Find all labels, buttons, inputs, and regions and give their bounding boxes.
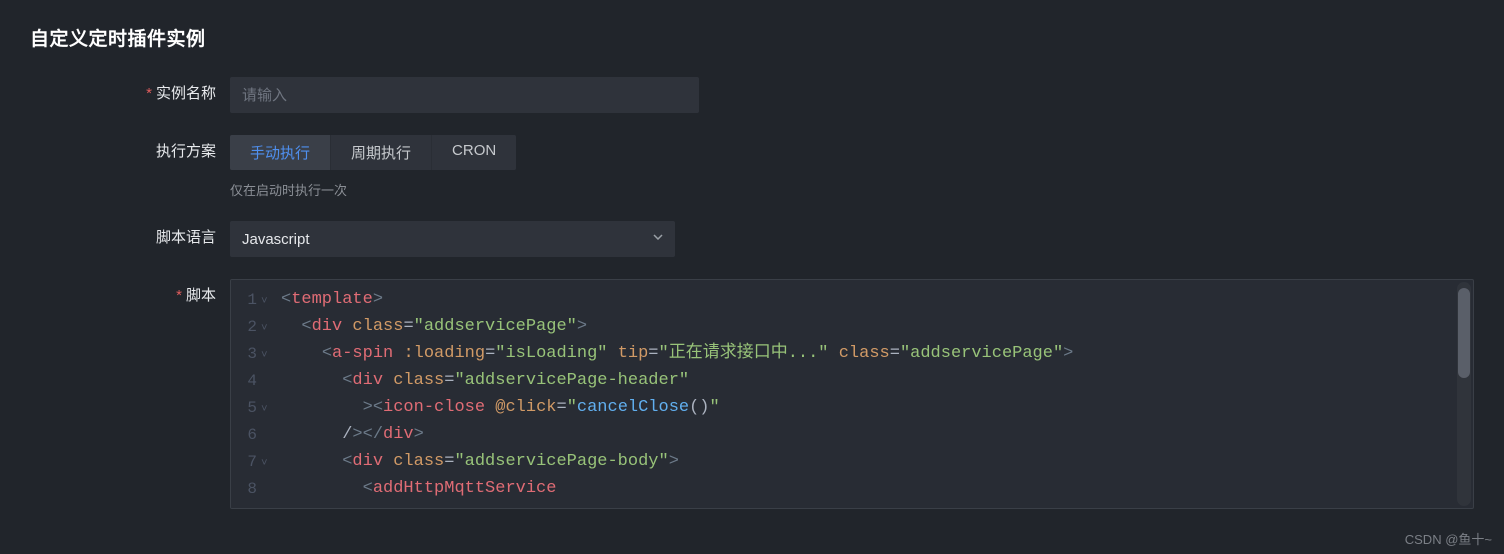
chevron-down-icon [653, 234, 663, 244]
label-script: *脚本 [30, 279, 230, 313]
code-line[interactable]: <div class="addservicePage"> [281, 313, 1465, 340]
gutter-line: 6 [239, 421, 273, 448]
schedule-option-periodic[interactable]: 周期执行 [331, 135, 431, 170]
code-line[interactable]: <addHttpMqttService [281, 475, 1465, 502]
schedule-segment: 手动执行 周期执行 CRON [230, 135, 516, 170]
fold-icon[interactable]: ˅ [261, 292, 273, 308]
code-line[interactable]: <div class="addservicePage-body"> [281, 448, 1465, 475]
gutter-line: 3˅ [239, 340, 273, 367]
gutter-line: 2˅ [239, 313, 273, 340]
language-select[interactable]: Javascript [230, 221, 675, 257]
label-instance-name: *实例名称 [30, 77, 230, 111]
label-language: 脚本语言 [30, 221, 230, 255]
gutter-line: 7˅ [239, 448, 273, 475]
code-line[interactable]: <div class="addservicePage-header" [281, 367, 1465, 394]
code-line[interactable]: <a-spin :loading="isLoading" tip="正在请求接口… [281, 340, 1465, 367]
schedule-option-cron[interactable]: CRON [432, 135, 516, 170]
schedule-hint: 仅在启动时执行一次 [230, 180, 1474, 199]
code-line[interactable]: /></div> [281, 421, 1465, 448]
language-value: Javascript [242, 231, 310, 248]
code-line[interactable]: <template> [281, 286, 1465, 313]
schedule-option-manual[interactable]: 手动执行 [230, 135, 330, 170]
fold-icon[interactable]: ˅ [261, 346, 273, 362]
fold-icon[interactable]: ˅ [261, 319, 273, 335]
watermark: CSDN @鱼十~ [1405, 529, 1492, 548]
fold-icon[interactable]: ˅ [261, 400, 273, 416]
label-schedule: 执行方案 [30, 135, 230, 169]
gutter-line: 8 [239, 475, 273, 502]
editor-scroll-thumb[interactable] [1458, 288, 1470, 378]
required-marker: * [146, 85, 152, 102]
script-editor[interactable]: 1˅2˅3˅45˅67˅8 <template> <div class="add… [230, 279, 1474, 509]
gutter-line: 1˅ [239, 286, 273, 313]
editor-scrollbar[interactable] [1457, 282, 1471, 506]
gutter-line: 4 [239, 367, 273, 394]
code-line[interactable]: ><icon-close @click="cancelClose()" [281, 394, 1465, 421]
gutter-line: 5˅ [239, 394, 273, 421]
page-title: 自定义定时插件实例 [30, 24, 1474, 51]
fold-icon[interactable]: ˅ [261, 454, 273, 470]
required-marker: * [176, 287, 182, 304]
instance-name-input[interactable] [230, 77, 699, 113]
